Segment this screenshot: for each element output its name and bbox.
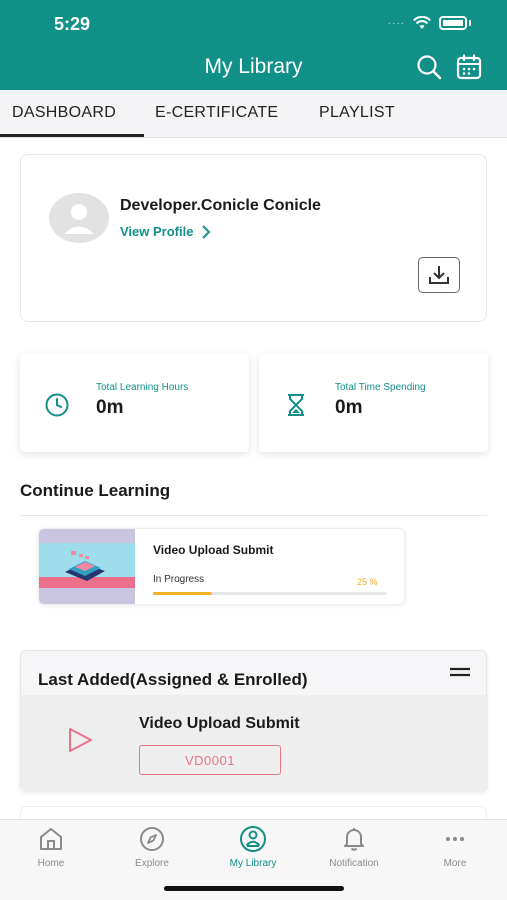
status-time: 5:29 xyxy=(54,14,91,34)
nav-explore[interactable]: Explore xyxy=(102,820,202,869)
course-status: In Progress xyxy=(153,574,205,585)
calendar-icon[interactable] xyxy=(456,54,482,80)
app-header: 5:29 ···· My Library xyxy=(0,0,507,90)
last-added-item[interactable]: Video Upload Submit VD0001 xyxy=(21,695,488,792)
view-profile-link[interactable]: View Profile xyxy=(120,224,211,239)
nav-notification[interactable]: Notification xyxy=(304,820,404,869)
download-button[interactable] xyxy=(418,257,460,293)
play-icon xyxy=(69,728,92,752)
stat-value: 0m xyxy=(335,397,363,418)
tab-bar: DASHBOARD E-CERTIFICATE PLAYLIST xyxy=(0,90,507,138)
course-card[interactable]: Video Upload Submit In Progress 25 % xyxy=(38,528,405,605)
profile-name: Developer.Conicle Conicle xyxy=(120,197,321,214)
more-icon xyxy=(446,837,464,841)
stat-label: Total Time Spending xyxy=(335,382,426,393)
progress-bar xyxy=(153,592,387,595)
view-profile-label: View Profile xyxy=(120,224,194,239)
stat-card-learning-hours: Total Learning Hours 0m xyxy=(20,354,249,452)
home-indicator xyxy=(164,886,344,891)
stat-card-time-spending: Total Time Spending 0m xyxy=(259,354,488,452)
hourglass-icon xyxy=(288,394,304,416)
nav-label: Notification xyxy=(329,858,379,869)
stat-label: Total Learning Hours xyxy=(96,382,189,393)
course-code-badge: VD0001 xyxy=(139,745,281,775)
search-icon[interactable] xyxy=(416,54,442,80)
compass-icon xyxy=(140,827,164,851)
download-icon xyxy=(429,266,449,284)
wifi-icon xyxy=(413,16,431,29)
last-added-item-title: Video Upload Submit xyxy=(139,715,300,732)
section-divider xyxy=(20,515,487,516)
battery-cap xyxy=(469,20,471,26)
signal-icon: ···· xyxy=(387,17,405,29)
chevron-right-icon xyxy=(202,224,211,239)
progress-fill xyxy=(153,592,212,595)
course-progress-percent: 25 % xyxy=(357,577,378,587)
last-added-card: Last Added(Assigned & Enrolled) Video Up… xyxy=(20,650,488,792)
tab-playlist[interactable]: PLAYLIST xyxy=(319,104,395,122)
battery-icon xyxy=(439,16,467,30)
nav-my-library[interactable]: My Library xyxy=(203,820,303,869)
clock-icon xyxy=(45,393,69,417)
bell-icon xyxy=(344,828,364,851)
nav-label: More xyxy=(443,858,467,869)
active-tab-indicator xyxy=(0,134,144,137)
tab-e-certificate[interactable]: E-CERTIFICATE xyxy=(155,104,278,122)
nav-label: Home xyxy=(37,858,65,869)
my-library-icon xyxy=(240,826,266,852)
profile-card: Developer.Conicle Conicle View Profile xyxy=(20,154,487,322)
tab-dashboard[interactable]: DASHBOARD xyxy=(12,104,116,122)
avatar xyxy=(49,193,109,243)
nav-more[interactable]: More xyxy=(405,820,505,869)
course-title: Video Upload Submit xyxy=(153,543,274,557)
stat-value: 0m xyxy=(96,397,124,418)
nav-label: Explore xyxy=(135,858,169,869)
last-added-title: Last Added(Assigned & Enrolled) xyxy=(38,670,308,689)
status-icons: ···· xyxy=(388,16,471,30)
continue-learning-title: Continue Learning xyxy=(20,481,171,500)
nav-home[interactable]: Home xyxy=(1,820,101,869)
nav-label: My Library xyxy=(229,858,277,869)
course-thumbnail xyxy=(39,529,135,604)
menu-icon[interactable] xyxy=(448,665,472,685)
home-icon xyxy=(40,828,62,850)
